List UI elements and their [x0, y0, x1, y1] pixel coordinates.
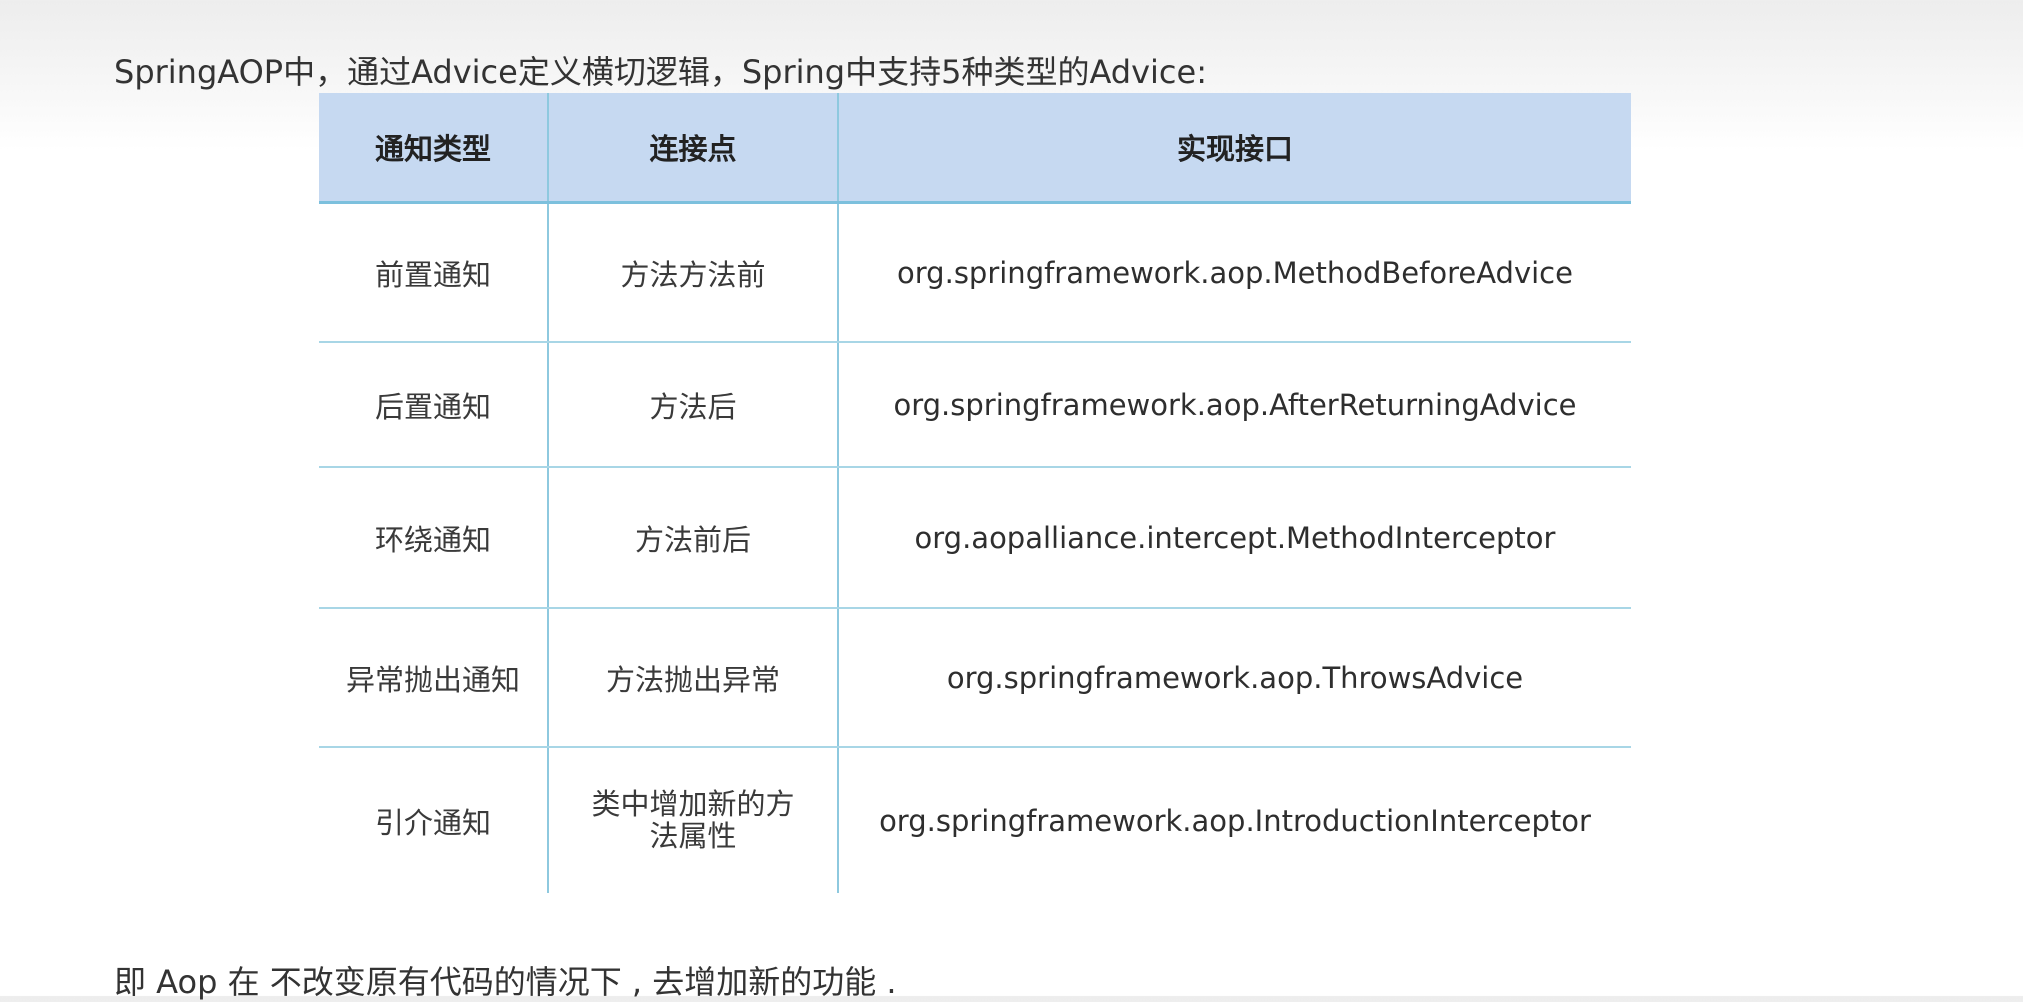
cell-interface: org.springframework.aop.ThrowsAdvice	[837, 608, 1631, 748]
header-interface: 实现接口	[837, 93, 1631, 204]
advice-types-table: 通知类型 连接点 实现接口 前置通知 方法方法前 org.springframe…	[319, 93, 1631, 893]
intro-paragraph: SpringAOP中，通过Advice定义横切逻辑，Spring中支持5种类型的…	[114, 53, 1207, 91]
table-row: 异常抛出通知 方法抛出异常 org.springframework.aop.Th…	[319, 608, 1631, 748]
cell-interface: org.springframework.aop.IntroductionInte…	[837, 747, 1631, 893]
table-row: 引介通知 类中增加新的方法属性 org.springframework.aop.…	[319, 747, 1631, 893]
table-header-row: 通知类型 连接点 实现接口	[319, 93, 1631, 204]
cell-interface: org.aopalliance.intercept.MethodIntercep…	[837, 467, 1631, 609]
cell-interface: org.springframework.aop.AfterReturningAd…	[837, 342, 1631, 468]
table-row: 后置通知 方法后 org.springframework.aop.AfterRe…	[319, 342, 1631, 468]
cell-joinpoint: 方法后	[547, 342, 838, 468]
cell-advice-type: 异常抛出通知	[319, 608, 548, 748]
cell-advice-type: 前置通知	[319, 202, 548, 343]
cell-advice-type: 环绕通知	[319, 467, 548, 609]
header-advice-type: 通知类型	[319, 93, 548, 204]
cell-joinpoint: 方法前后	[547, 467, 838, 609]
cell-joinpoint: 类中增加新的方法属性	[547, 747, 838, 893]
cell-joinpoint-text: 类中增加新的方法属性	[591, 787, 795, 853]
header-joinpoint: 连接点	[547, 93, 838, 204]
outro-paragraph: 即 Aop 在 不改变原有代码的情况下 , 去增加新的功能 .	[114, 963, 897, 1001]
cell-advice-type: 后置通知	[319, 342, 548, 468]
advice-types-table-image: 通知类型 连接点 实现接口 前置通知 方法方法前 org.springframe…	[319, 93, 1631, 893]
cell-interface: org.springframework.aop.MethodBeforeAdvi…	[837, 202, 1631, 343]
table-row: 前置通知 方法方法前 org.springframework.aop.Metho…	[319, 202, 1631, 343]
cell-joinpoint: 方法抛出异常	[547, 608, 838, 748]
cell-joinpoint: 方法方法前	[547, 202, 838, 343]
table-row: 环绕通知 方法前后 org.aopalliance.intercept.Meth…	[319, 467, 1631, 609]
cell-advice-type: 引介通知	[374, 805, 491, 840]
